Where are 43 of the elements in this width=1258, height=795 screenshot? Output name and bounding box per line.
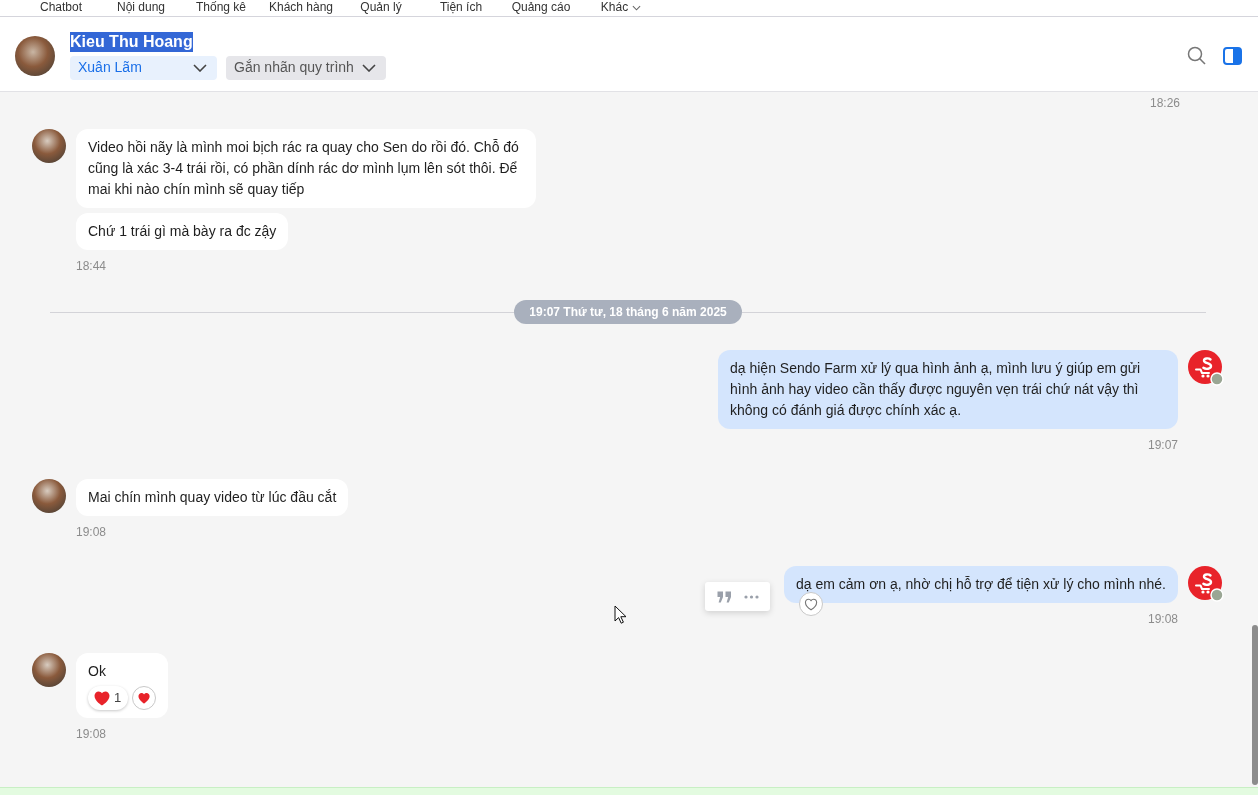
contact-avatar [15,35,55,76]
sender-avatar [32,653,66,687]
more-icon[interactable] [743,594,759,599]
message-time: 19:07 [1147,437,1178,453]
nav-tab[interactable]: Thống kê [181,1,261,16]
message-text: Video hồi nãy là mình moi bịch rác ra quay cho Sen do rồi đó. Chỗ đó cũng là xác 3-4 trái rồi, có phần dính rác dơ mình lụm lên sót thôi. Để mai khi nào chín mình sẽ quay tiếp [88,138,520,199]
message-text: dạ hiện Sendo Farm xử lý qua hình ảnh ạ, mình lưu ý giúp em gửi hình ảnh hay video cần thấy được nguyên vẹn trái chứ nát vậy thì không có đánh giá được chính xác ạ. [730,359,1142,420]
message-time: 18:44 [76,258,107,274]
shop-avatar [1188,566,1224,602]
message-text: dạ em cảm ơn ạ, nhờ chị hỗ trợ để tiện xử lý cho mình nhé. [796,575,1166,594]
nav-tab[interactable]: Tiện ích [421,1,501,16]
message-text: Mai chín mình quay video từ lúc đầu cắt [88,488,337,507]
side-panel-icon[interactable] [1223,46,1242,65]
nav-tab[interactable]: Quản lý [341,1,421,16]
nav-tab[interactable]: Chatbot [21,1,101,16]
scrollbar-thumb[interactable] [1252,625,1258,785]
nav-tab[interactable]: Nội dung [101,1,181,16]
chevron-down-icon [362,63,376,72]
chevron-down-icon [193,63,207,72]
search-icon[interactable] [1187,46,1206,65]
reaction-pill[interactable]: 1 [88,686,129,710]
sender-avatar [32,479,66,513]
heart-outline-icon[interactable] [799,592,823,616]
message-time: 18:26 [1149,95,1180,111]
assignee-dropdown[interactable]: Xuân Lãm [70,55,217,80]
nav-tab[interactable]: Quảng cáo [501,1,581,16]
quote-icon[interactable] [716,590,732,603]
message-time: 19:08 [76,524,107,540]
message-text: Ok [88,662,107,681]
reaction-count: 1 [114,690,122,706]
nav-tab[interactable]: Khác [581,1,661,16]
cursor-icon [614,605,626,624]
message-text: Chứ 1 trái gì mà bày ra đc zậy [88,222,277,241]
heart-react-icon[interactable] [132,686,157,710]
date-separator: 19:07 Thứ tư, 18 tháng 6 năm 2025 [514,300,742,324]
message-time: 19:08 [1147,611,1178,627]
message-time: 19:08 [76,726,107,742]
tag-dropdown[interactable]: Gắn nhãn quy trình [226,55,386,80]
contact-name: Kieu Thu Hoang [70,31,193,52]
heart-icon [94,690,110,706]
shop-avatar [1188,350,1224,386]
sender-avatar [32,129,66,163]
nav-tab[interactable]: Khách hàng [261,1,341,16]
